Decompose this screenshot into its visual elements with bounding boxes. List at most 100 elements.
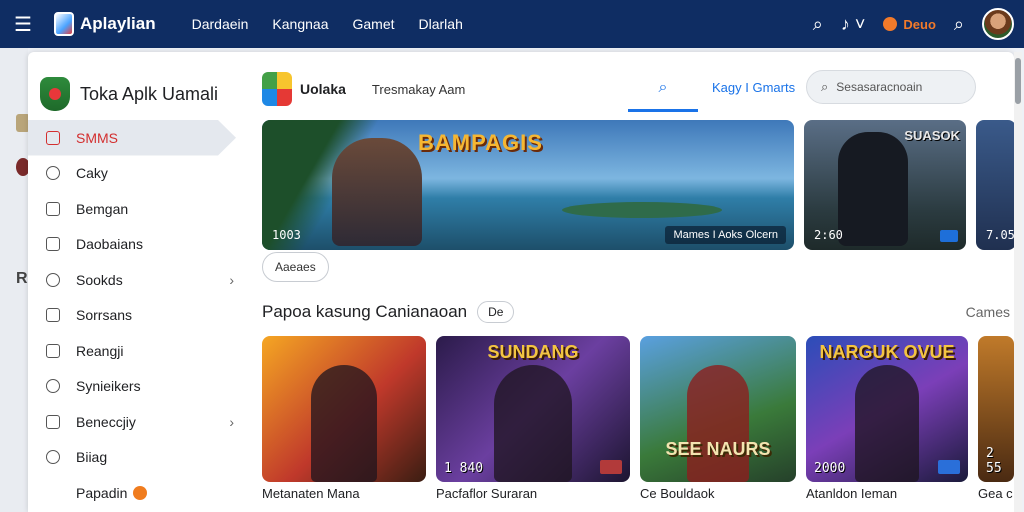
sidebar-item-beneccjiy[interactable]: Beneccjiy ›: [28, 404, 248, 440]
search-input[interactable]: ⌕ Sesasaracnoain: [806, 70, 976, 104]
page-scrollbar[interactable]: [1014, 52, 1022, 512]
sidebar-item-smms[interactable]: SMMS: [28, 120, 236, 156]
circle-icon: [46, 166, 60, 181]
featured-carousel: BAMPAGIS 1003 Mames I Aoks Olcern SUASOK…: [262, 120, 1014, 250]
game-card[interactable]: 2 55: [978, 336, 1014, 482]
chevron-right-icon: ›: [229, 413, 234, 430]
featured-card-peek[interactable]: 7.05: [976, 120, 1014, 250]
sidebar-item-papadin[interactable]: Papadin: [28, 475, 248, 511]
featured-title: BAMPAGIS: [418, 130, 543, 155]
featured-caption: Mames I Aoks Olcern: [665, 226, 786, 244]
deals-button[interactable]: Deuo: [883, 17, 936, 32]
app-icon[interactable]: [262, 72, 292, 106]
tab-sub-label[interactable]: Tresmakay Aam: [372, 82, 465, 97]
section-header: Papoa kasung Canianaoan De Cames: [262, 300, 1010, 324]
sidebar-item-label: Caky: [76, 165, 108, 182]
game-title[interactable]: Metanaten Mana: [262, 486, 360, 501]
notification-badge: [133, 485, 148, 500]
game-number: 1 840: [444, 461, 484, 476]
home-icon: [46, 130, 60, 145]
game-title[interactable]: Ce Bouldaok: [640, 486, 714, 501]
chart-icon: [46, 201, 60, 216]
hero-character-image: [838, 132, 908, 246]
side-title: Toka Aplk Uamali: [80, 83, 219, 104]
game-number: 2 55: [986, 446, 1002, 476]
featured-peek-number: 7.05: [986, 228, 1014, 242]
top-nav-item[interactable]: Dlarlah: [419, 16, 463, 32]
grid-icon: [46, 308, 60, 323]
featured-side-title: SUASOK: [904, 128, 960, 143]
game-number: 2000: [814, 461, 846, 476]
game-card[interactable]: SEE NAURS: [640, 336, 796, 482]
featured-card-main[interactable]: BAMPAGIS 1003 Mames I Aoks Olcern: [262, 120, 794, 250]
sidebar-item-sookds[interactable]: Sookds ›: [28, 262, 248, 298]
content-area: Uolaka Tresmakay Aam ⌕ Kagy I Gmarts ⌕ S…: [258, 52, 1014, 512]
game-banner: SEE NAURS: [665, 439, 771, 459]
sidebar-item-sorrsans[interactable]: Sorrsans: [28, 298, 248, 334]
sidebar-item-daobaians[interactable]: Daobaians: [28, 227, 248, 263]
game-card[interactable]: [262, 336, 426, 482]
inbox-icon: [46, 414, 60, 429]
game-card[interactable]: SUNDANG 1 840: [436, 336, 630, 482]
section-see-all-link[interactable]: Cames: [966, 304, 1010, 320]
sidebar-item-label: Papadin: [76, 484, 128, 501]
sidebar-item-caky[interactable]: Caky: [28, 156, 248, 192]
game-title[interactable]: Pacfaflor Suraran: [436, 486, 537, 501]
sidebar-item-label: Reangji: [76, 342, 124, 359]
notifications-icon[interactable]: ♪ ˅: [841, 14, 866, 35]
search-icon[interactable]: ⌕: [954, 14, 964, 35]
scrollbar-thumb[interactable]: [1015, 58, 1021, 104]
section-pill[interactable]: De: [477, 301, 515, 323]
sidebar-item-biiag[interactable]: Biiag: [28, 440, 248, 476]
book-icon: [46, 343, 60, 358]
sidebar-item-label: Biiag: [76, 449, 108, 466]
sidebar-item-label: Bemgan: [76, 200, 129, 217]
chevron-right-icon: ›: [229, 271, 234, 288]
game-art-image: [854, 365, 920, 482]
top-nav-item[interactable]: Dardaein: [192, 16, 249, 32]
app-name[interactable]: Uolaka: [300, 81, 346, 97]
deal-flame-icon: [883, 17, 898, 31]
platform-badge-icon: [940, 230, 958, 242]
game-title[interactable]: Atanldon Ieman: [806, 486, 897, 501]
search-icon: ⌕: [821, 79, 829, 94]
game-art-image: [686, 365, 750, 482]
tabs-bar: Uolaka Tresmakay Aam ⌕ Kagy I Gmarts ⌕ S…: [258, 66, 1014, 112]
filter-chip[interactable]: Aaeaes: [262, 252, 329, 282]
game-title[interactable]: Gea c: [978, 486, 1013, 501]
menu-icon[interactable]: ☰: [0, 0, 46, 48]
tab-search[interactable]: ⌕: [628, 66, 698, 112]
featured-card-secondary[interactable]: SUASOK 2:60: [804, 120, 966, 250]
main-sheet: Toka Aplk Uamali SMMS Caky Bemgan Daobai…: [28, 52, 1014, 512]
tab-link[interactable]: Kagy I Gmarts: [712, 80, 795, 95]
sidebar-item-label: Beneccjiy: [76, 413, 136, 430]
game-art-image: [311, 365, 377, 482]
search-icon[interactable]: ⌕: [813, 14, 823, 35]
search-icon: ⌕: [658, 78, 668, 96]
top-nav: Dardaein Kangnaa Gamet Dlarlah: [192, 16, 463, 32]
island-art: [562, 202, 722, 218]
deal-label: Deuo: [903, 16, 936, 32]
games-grid: Metanaten Mana SUNDANG 1 840 Pacfaflor S…: [262, 336, 1014, 512]
top-nav-item[interactable]: Gamet: [352, 16, 394, 32]
sidebar-item-synieikers[interactable]: Synieikers: [28, 369, 248, 405]
gamepad-icon: [46, 272, 60, 287]
top-nav-item[interactable]: Kangnaa: [272, 16, 328, 32]
top-actions: ⌕ ♪ ˅ Deuo ⌕: [813, 8, 1024, 40]
background-text: R: [16, 270, 28, 287]
brand-logo-icon: [54, 12, 74, 36]
side-navigation: Toka Aplk Uamali SMMS Caky Bemgan Daobai…: [28, 52, 248, 512]
brand[interactable]: Aplaylian: [54, 12, 156, 36]
tag-icon: [46, 450, 60, 465]
rating-badge-icon: [600, 460, 622, 474]
background-page: R: [0, 48, 30, 512]
folder-icon: [46, 237, 60, 252]
sidebar-item-label: Daobaians: [76, 236, 143, 253]
sidebar-item-bemgan[interactable]: Bemgan: [28, 191, 248, 227]
avatar[interactable]: [982, 8, 1014, 40]
sidebar-item-reangji[interactable]: Reangji: [28, 333, 248, 369]
side-header: Toka Aplk Uamali: [28, 52, 248, 118]
top-app-bar: ☰ Aplaylian Dardaein Kangnaa Gamet Dlarl…: [0, 0, 1024, 48]
side-list: SMMS Caky Bemgan Daobaians Sookds › Sorr…: [28, 120, 248, 511]
game-card[interactable]: NARGUK OVUE 2000: [806, 336, 968, 482]
